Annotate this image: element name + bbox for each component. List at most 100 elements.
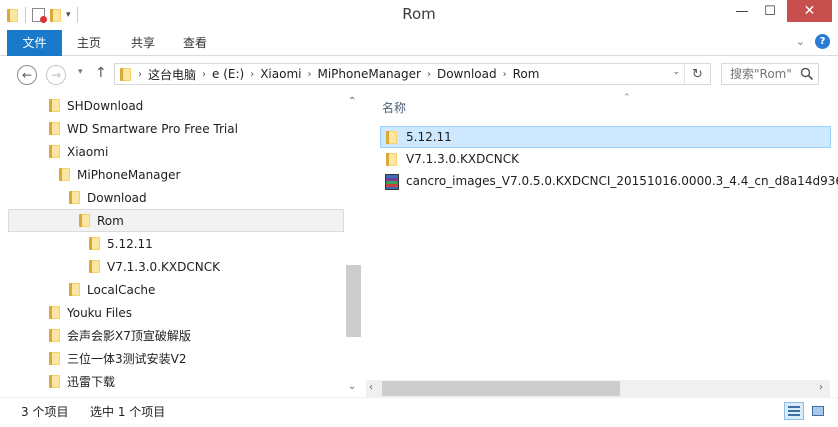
tree-item-shdownload[interactable]: SHDownload — [8, 94, 344, 117]
tree-item-rom[interactable]: Rom — [8, 209, 344, 232]
scrollbar-thumb[interactable] — [346, 265, 361, 337]
minimize-button[interactable]: — — [729, 0, 755, 22]
folder-icon — [48, 375, 61, 388]
folder-icon — [58, 168, 71, 181]
ribbon-tabs: 文件 主页 共享 查看 ⌄ ? — [0, 30, 838, 56]
maximize-button[interactable]: ☐ — [757, 0, 783, 22]
tab-view[interactable]: 查看 — [176, 30, 214, 56]
item-count: 3 个项目 — [21, 405, 69, 419]
tree-scrollbar[interactable]: ⌃ ⌄ — [345, 93, 362, 396]
tree-item-label: V7.1.3.0.KXDCNCK — [107, 259, 220, 274]
forward-button[interactable]: → — [46, 65, 66, 85]
folder-icon — [88, 260, 101, 273]
folder-icon[interactable] — [6, 8, 19, 22]
search-box[interactable] — [721, 63, 819, 85]
list-item[interactable]: 5.12.11 — [380, 126, 831, 148]
scrollbar-thumb[interactable] — [382, 381, 620, 396]
tab-home[interactable]: 主页 — [70, 30, 108, 56]
breadcrumb-drive-e[interactable]: e (E:) — [208, 67, 248, 81]
tree-item-youku-files[interactable]: Youku Files — [8, 301, 344, 324]
sort-ascending-icon: ⌃ — [623, 93, 631, 103]
tree-item-label: 会声会影X7顶宣破解版 — [67, 329, 191, 343]
chevron-right-icon[interactable]: › — [305, 69, 313, 80]
new-folder-icon[interactable] — [49, 8, 62, 22]
navigation-pane: SHDownload WD Smartware Pro Free Trial X… — [0, 93, 362, 396]
expand-ribbon-icon[interactable]: ⌄ — [796, 35, 805, 49]
tab-share[interactable]: 共享 — [124, 30, 162, 56]
tree-item-label: MiPhoneManager — [77, 167, 181, 182]
status-bar: 3 个项目 选中 1 个项目 — [0, 397, 838, 427]
refresh-icon[interactable]: ↻ — [684, 64, 710, 84]
archive-icon — [384, 174, 399, 190]
chevron-right-icon[interactable]: › — [425, 69, 433, 80]
folder-icon — [385, 130, 398, 144]
breadcrumb-this-pc[interactable]: 这台电脑 — [144, 66, 200, 83]
folder-icon — [48, 329, 61, 342]
chevron-right-icon[interactable]: › — [501, 69, 509, 80]
tree-item-xunlei[interactable]: 迅雷下载 — [8, 370, 344, 393]
folder-icon — [48, 352, 61, 365]
scroll-down-icon[interactable]: ⌄ — [348, 381, 356, 392]
navigation-bar: ← → ▾ ↑ › 这台电脑 › e (E:) › Xiaomi › MiPho… — [0, 57, 838, 93]
chevron-right-icon[interactable]: › — [248, 69, 256, 80]
chevron-right-icon[interactable]: › — [136, 69, 144, 80]
column-header-name[interactable]: 名称 — [382, 99, 406, 116]
customize-toolbar-icon[interactable]: ▾ — [66, 10, 71, 20]
tree-item-download[interactable]: Download — [8, 186, 344, 209]
tree-item-label: Xiaomi — [67, 144, 109, 159]
list-horizontal-scrollbar[interactable]: ‹ › — [366, 380, 830, 397]
list-item[interactable]: V7.1.3.0.KXDCNCK — [380, 148, 519, 170]
back-button[interactable]: ← — [17, 65, 37, 85]
folder-icon — [48, 145, 61, 158]
folder-icon — [68, 191, 81, 204]
tree-item-label: 三位一体3测试安装V2 — [67, 352, 187, 366]
tree-item-localcache[interactable]: LocalCache — [8, 278, 344, 301]
tree-item-label: WD Smartware Pro Free Trial — [67, 121, 238, 136]
scroll-right-icon[interactable]: › — [819, 382, 823, 393]
breadcrumb-xiaomi[interactable]: Xiaomi — [256, 67, 305, 81]
tree-item-label: Youku Files — [67, 305, 133, 320]
tree-item-huisheng[interactable]: 会声会影X7顶宣破解版 — [8, 324, 344, 347]
file-list: ⌃ 名称 5.12.11 V7.1.3.0.KXDCNCK cancro_ima… — [362, 93, 838, 396]
tree-item-label: LocalCache — [87, 282, 156, 297]
breadcrumb-download[interactable]: Download — [433, 67, 501, 81]
details-view-button[interactable] — [784, 402, 804, 420]
chevron-right-icon[interactable]: › — [200, 69, 208, 80]
large-icons-view-button[interactable] — [808, 402, 828, 420]
tree-item-sanwei[interactable]: 三位一体3测试安装V2 — [8, 347, 344, 370]
recent-locations-icon[interactable]: ▾ — [78, 67, 83, 77]
large-icons-view-icon — [812, 406, 824, 416]
properties-icon[interactable] — [32, 8, 47, 23]
tree-item-5-12-11[interactable]: 5.12.11 — [8, 232, 344, 255]
tree-item-label: Download — [87, 190, 147, 205]
list-item[interactable]: cancro_images_V7.0.5.0.KXDCNCI_20151016.… — [380, 170, 838, 192]
folder-icon — [385, 152, 398, 166]
file-name: V7.1.3.0.KXDCNCK — [406, 152, 519, 166]
tree-item-xiaomi[interactable]: Xiaomi — [8, 140, 344, 163]
folder-icon — [78, 214, 91, 227]
close-button[interactable]: ✕ — [787, 0, 832, 22]
tree-item-label: 5.12.11 — [107, 236, 153, 251]
file-name: 5.12.11 — [406, 130, 452, 144]
breadcrumb-miphonemanager[interactable]: MiPhoneManager — [313, 67, 424, 81]
file-name: cancro_images_V7.0.5.0.KXDCNCI_20151016.… — [406, 174, 838, 188]
scroll-left-icon[interactable]: ‹ — [369, 382, 373, 393]
folder-icon — [68, 283, 81, 296]
search-icon[interactable] — [800, 67, 814, 81]
tree-item-wd-smartware[interactable]: WD Smartware Pro Free Trial — [8, 117, 344, 140]
tab-file[interactable]: 文件 — [7, 30, 62, 56]
tree-item-v7-1-3-0[interactable]: V7.1.3.0.KXDCNCK — [8, 255, 344, 278]
address-dropdown-icon[interactable]: ⌄ — [672, 67, 680, 77]
up-arrow-icon[interactable]: ↑ — [95, 65, 107, 81]
folder-icon — [48, 122, 61, 135]
folder-icon — [88, 237, 101, 250]
address-bar[interactable]: › 这台电脑 › e (E:) › Xiaomi › MiPhoneManage… — [114, 63, 711, 85]
tree-item-label: SHDownload — [67, 98, 144, 113]
breadcrumb-rom[interactable]: Rom — [509, 67, 544, 81]
window-title: Rom — [402, 5, 436, 23]
help-icon[interactable]: ? — [815, 34, 830, 49]
tree-item-miphonemanager[interactable]: MiPhoneManager — [8, 163, 344, 186]
search-input[interactable] — [730, 67, 792, 81]
scroll-up-icon[interactable]: ⌃ — [348, 96, 356, 107]
quick-access-toolbar: ▾ — [6, 6, 80, 24]
